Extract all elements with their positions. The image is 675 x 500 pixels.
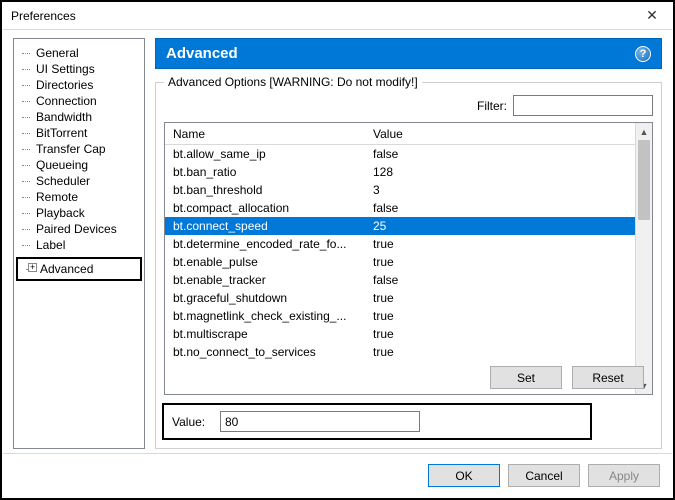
tree-item-playback[interactable]: Playback: [18, 205, 140, 221]
value-editor: Value:: [162, 403, 592, 440]
options-table: Name Value bt.allow_same_ipfalsebt.ban_r…: [164, 122, 653, 395]
tree-item-label: Remote: [36, 190, 78, 204]
cell-name: bt.determine_encoded_rate_fo...: [165, 237, 365, 251]
tree-item-label: Bandwidth: [36, 110, 92, 124]
table-row[interactable]: bt.connect_speed25: [165, 217, 635, 235]
tree-item-label: Directories: [36, 78, 93, 92]
tree-item-bandwidth[interactable]: Bandwidth: [18, 109, 140, 125]
cell-value: 3: [365, 183, 635, 197]
cell-name: bt.ban_threshold: [165, 183, 365, 197]
cell-name: bt.multiscrape: [165, 327, 365, 341]
titlebar: Preferences ✕: [3, 2, 672, 30]
dialog-footer: OK Cancel Apply: [3, 453, 672, 497]
scroll-thumb[interactable]: [638, 140, 650, 220]
cell-name: bt.graceful_shutdown: [165, 291, 365, 305]
tree-item-scheduler[interactable]: Scheduler: [18, 173, 140, 189]
table-row[interactable]: bt.allow_same_ipfalse: [165, 145, 635, 163]
help-icon[interactable]: ?: [635, 46, 651, 62]
table-row[interactable]: bt.enable_pulsetrue: [165, 253, 635, 271]
cell-value: 25: [365, 219, 635, 233]
tree-item-bittorrent[interactable]: BitTorrent: [18, 125, 140, 141]
cell-value: true: [365, 255, 635, 269]
tree-item-paired-devices[interactable]: Paired Devices: [18, 221, 140, 237]
tree-item-label: Playback: [36, 206, 85, 220]
apply-button[interactable]: Apply: [588, 464, 660, 487]
tree-item-label[interactable]: Label: [18, 237, 140, 253]
cell-value: true: [365, 309, 635, 323]
cell-name: bt.compact_allocation: [165, 201, 365, 215]
filter-label: Filter:: [477, 99, 507, 113]
tree-item-label: Scheduler: [36, 174, 90, 188]
cancel-button[interactable]: Cancel: [508, 464, 580, 487]
cell-value: true: [365, 327, 635, 341]
cell-value: false: [365, 147, 635, 161]
value-label: Value:: [172, 415, 212, 429]
table-row[interactable]: bt.magnetlink_check_existing_...true: [165, 307, 635, 325]
table-row[interactable]: bt.ban_ratio128: [165, 163, 635, 181]
tree-item-label: Connection: [36, 94, 97, 108]
tree-item-label: Transfer Cap: [36, 142, 106, 156]
table-header[interactable]: Name Value: [165, 123, 635, 145]
filter-input[interactable]: [513, 95, 653, 116]
tree-item-remote[interactable]: Remote: [18, 189, 140, 205]
table-row[interactable]: bt.ban_threshold3: [165, 181, 635, 199]
category-tree[interactable]: General UI Settings Directories Connecti…: [13, 38, 145, 449]
tree-item-general[interactable]: General: [18, 45, 140, 61]
table-row[interactable]: bt.graceful_shutdowntrue: [165, 289, 635, 307]
right-pane: Advanced ? Advanced Options [WARNING: Do…: [155, 38, 662, 449]
cell-value: false: [365, 201, 635, 215]
cell-value: true: [365, 345, 635, 359]
cell-name: bt.magnetlink_check_existing_...: [165, 309, 365, 323]
value-input[interactable]: [220, 411, 420, 432]
tree-item-queueing[interactable]: Queueing: [18, 157, 140, 173]
column-header-value[interactable]: Value: [365, 127, 635, 141]
tree-item-transfer-cap[interactable]: Transfer Cap: [18, 141, 140, 157]
section-header: Advanced ?: [155, 38, 662, 69]
table-row[interactable]: bt.compact_allocationfalse: [165, 199, 635, 217]
set-button[interactable]: Set: [490, 366, 562, 389]
tree-item-directories[interactable]: Directories: [18, 77, 140, 93]
tree-item-ui-settings[interactable]: UI Settings: [18, 61, 140, 77]
cell-name: bt.connect_speed: [165, 219, 365, 233]
cell-name: bt.enable_tracker: [165, 273, 365, 287]
tree-item-label: BitTorrent: [36, 126, 87, 140]
cell-name: bt.ban_ratio: [165, 165, 365, 179]
scroll-up-icon[interactable]: ▲: [636, 123, 652, 140]
group-legend: Advanced Options [WARNING: Do not modify…: [164, 75, 422, 89]
column-header-name[interactable]: Name: [165, 127, 365, 141]
tree-item-label: Paired Devices: [36, 222, 117, 236]
expand-icon[interactable]: +: [28, 263, 37, 272]
ok-button[interactable]: OK: [428, 464, 500, 487]
scrollbar[interactable]: ▲ ▼: [635, 123, 652, 394]
cell-value: 128: [365, 165, 635, 179]
cell-name: bt.allow_same_ip: [165, 147, 365, 161]
cell-name: bt.enable_pulse: [165, 255, 365, 269]
close-icon: ✕: [646, 7, 658, 24]
tree-item-advanced[interactable]: + Advanced: [16, 257, 142, 281]
table-row[interactable]: bt.determine_encoded_rate_fo...true: [165, 235, 635, 253]
reset-button[interactable]: Reset: [572, 366, 644, 389]
tree-item-label: UI Settings: [36, 62, 95, 76]
close-button[interactable]: ✕: [632, 2, 672, 30]
tree-item-label: Queueing: [36, 158, 88, 172]
table-row[interactable]: bt.enable_trackerfalse: [165, 271, 635, 289]
table-row[interactable]: bt.multiscrapetrue: [165, 325, 635, 343]
scroll-track[interactable]: [636, 140, 652, 377]
tree-item-label: Label: [36, 238, 65, 252]
tree-item-label: Advanced: [40, 262, 93, 276]
table-row[interactable]: bt.no_connect_to_servicestrue: [165, 343, 635, 361]
preferences-dialog: Preferences ✕ General UI Settings Direct…: [3, 2, 672, 497]
tree-item-label: General: [36, 46, 79, 60]
cell-value: true: [365, 291, 635, 305]
window-title: Preferences: [11, 9, 632, 23]
cell-name: bt.no_connect_to_services: [165, 345, 365, 359]
cell-value: false: [365, 273, 635, 287]
cell-value: true: [365, 237, 635, 251]
advanced-options-group: Advanced Options [WARNING: Do not modify…: [155, 75, 662, 449]
tree-item-connection[interactable]: Connection: [18, 93, 140, 109]
section-title: Advanced: [166, 45, 635, 62]
